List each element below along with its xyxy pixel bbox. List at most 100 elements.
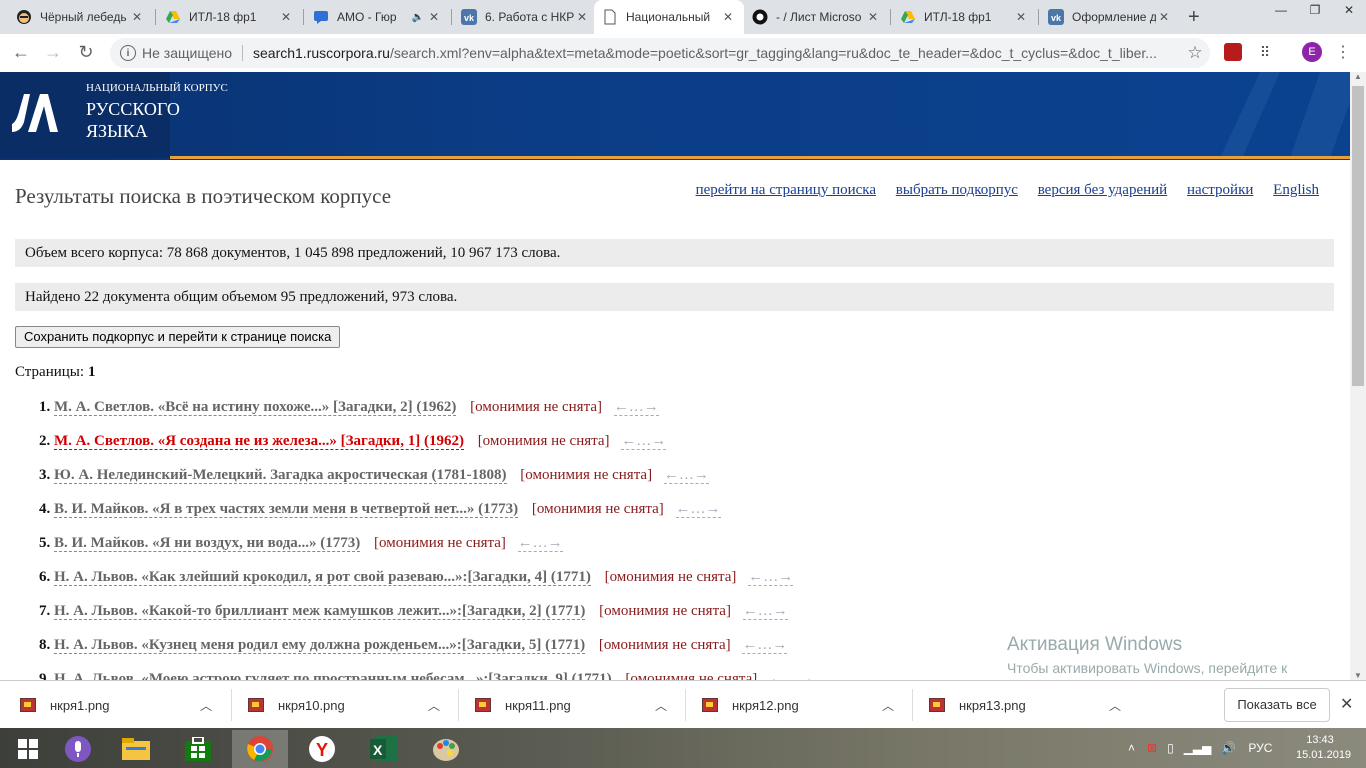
downloads-bar: нкря1.png ︿ нкря10.png ︿ нкря11.png ︿ нк… [0,680,1366,729]
url-text[interactable]: search1.ruscorpora.ru/search.xml?env=alp… [253,45,1180,61]
scroll-down-arrow-icon[interactable]: ▼ [1350,671,1366,680]
yandex-browser-icon[interactable]: Y [294,730,350,768]
menu-dots-icon[interactable]: ⋮ [1335,42,1351,62]
download-item[interactable]: нкря11.png ︿ [475,681,685,729]
context-link[interactable]: ←…→ [675,501,721,518]
context-link[interactable]: ←…→ [742,603,788,620]
result-title-link[interactable]: М. А. Светлов. «Я создана не из железа..… [54,433,464,450]
close-window-button[interactable]: ✕ [1332,0,1366,20]
chrome-icon[interactable] [232,730,288,768]
result-title-link[interactable]: Ю. А. Нелединский-Мелецкий. Загадка акро… [54,467,507,484]
close-icon[interactable]: ✕ [129,10,145,24]
page-title: Результаты поиска в поэтическом корпусе [15,184,392,208]
apps-grid-icon[interactable]: ⠿ [1256,43,1274,61]
new-tab-button[interactable]: + [1188,6,1200,29]
result-title-link[interactable]: М. А. Светлов. «Всё на истину похоже...»… [54,399,457,416]
context-link[interactable]: ←…→ [742,637,788,654]
chevron-up-icon[interactable]: ︿ [882,697,894,714]
clock[interactable]: 13:43 15.01.2019 [1296,733,1351,763]
security-label[interactable]: Не защищено [142,45,243,61]
close-icon[interactable]: ✕ [426,10,442,24]
result-title-link[interactable]: В. И. Майков. «Я ни воздух, ни вода...» … [54,535,361,552]
windows-start-icon[interactable] [0,730,56,768]
excel-icon[interactable]: X [356,730,412,768]
download-item[interactable]: нкря12.png ︿ [702,681,912,729]
url-domain: search1.ruscorpora.ru [253,45,390,61]
close-icon[interactable]: ✕ [720,10,736,24]
network-error-icon[interactable]: ⊠ [1147,741,1157,755]
result-title-link[interactable]: Н. А. Львов. «Моею астрою гуляет по прос… [54,671,612,680]
close-icon[interactable]: ✕ [574,10,590,24]
volume-icon[interactable]: 🔊 [1221,741,1236,755]
reload-icon[interactable]: ↻ [75,42,97,63]
url-path: /search.xml?env=alpha&text=meta&mode=poe… [389,45,1157,61]
vertical-scrollbar[interactable]: ▲ ▼ [1350,72,1366,680]
file-explorer-icon[interactable] [108,730,164,768]
chevron-up-icon[interactable]: ˄ [1128,741,1135,755]
context-link[interactable]: ←…→ [621,433,667,450]
context-link[interactable]: ←…→ [517,535,563,552]
close-icon[interactable]: ✕ [1156,10,1172,24]
scroll-up-arrow-icon[interactable]: ▲ [1350,72,1366,81]
svg-text:Y: Y [316,740,328,760]
result-item: 7. Н. А. Львов. «Какой-то бриллиант меж … [39,600,1339,634]
download-item[interactable]: нкря10.png ︿ [248,681,458,729]
minimize-button[interactable]: — [1264,0,1298,20]
tab-3[interactable]: АМО - Гюр 🔈 ✕ [305,0,450,34]
battery-icon[interactable]: ▯ [1167,741,1174,755]
link-no-accents[interactable]: версия без ударений [1038,182,1168,198]
tab-8[interactable]: vk Оформление д ✕ [1040,0,1180,34]
back-arrow-icon[interactable]: ← [10,42,32,63]
paint-icon[interactable] [418,730,474,768]
scrollbar-thumb[interactable] [1352,86,1364,386]
result-title-link[interactable]: В. И. Майков. «Я в трех частях земли мен… [54,501,519,518]
context-link[interactable]: ←…→ [769,671,814,680]
tab-1[interactable]: Чёрный лебедь ✕ [8,0,153,34]
result-number: 8. [39,637,51,653]
avatar[interactable]: E [1302,42,1322,62]
link-select-subcorpus[interactable]: выбрать подкорпус [896,182,1018,198]
close-icon[interactable]: ✕ [278,10,294,24]
show-all-downloads-button[interactable]: Показать все [1224,688,1330,722]
link-settings[interactable]: настройки [1187,182,1253,198]
tab-5-active[interactable]: Национальный ✕ [594,0,744,34]
close-icon[interactable]: ✕ [1340,694,1353,714]
language-indicator[interactable]: РУС [1248,741,1272,755]
close-icon[interactable]: ✕ [865,10,881,24]
speaker-icon[interactable]: 🔈 [410,12,426,23]
chevron-up-icon[interactable]: ︿ [428,697,440,714]
signal-icon[interactable]: ▁▃▅ [1184,741,1212,755]
tab-6[interactable]: - / Лист Microso ✕ [744,0,889,34]
result-number: 1. [39,399,51,415]
chevron-up-icon[interactable]: ︿ [1109,697,1121,714]
top-nav-links: перейти на страницу поиска выбрать подко… [680,182,1319,199]
result-title-link[interactable]: Н. А. Львов. «Как злейший крокодил, я ро… [54,569,591,586]
forward-arrow-icon[interactable]: → [42,42,64,63]
download-item[interactable]: нкря1.png ︿ [20,681,230,729]
context-link[interactable]: ←…→ [748,569,794,586]
store-icon[interactable] [170,730,226,768]
tab-4[interactable]: vk 6. Работа с НКР ✕ [453,0,598,34]
info-icon[interactable]: i [120,45,136,61]
vk-icon: vk [461,9,477,25]
result-title-link[interactable]: Н. А. Львов. «Какой-то бриллиант меж кам… [54,603,586,620]
extension-icon[interactable] [1224,43,1242,61]
download-item[interactable]: нкря13.png ︿ [929,681,1139,729]
close-icon[interactable]: ✕ [1013,10,1029,24]
chevron-up-icon[interactable]: ︿ [655,697,667,714]
tab-2[interactable]: ИТЛ-18 фр1 ✕ [157,0,302,34]
chevron-up-icon[interactable]: ︿ [200,697,212,714]
context-link[interactable]: ←…→ [663,467,709,484]
link-search-page[interactable]: перейти на страницу поиска [696,182,876,198]
save-subcorpus-button[interactable]: Сохранить подкорпус и перейти к странице… [15,326,341,348]
page-icon [602,9,618,25]
bookmark-star-icon[interactable]: ☆ [1180,43,1210,63]
link-english[interactable]: English [1273,182,1319,198]
cortana-mic-icon[interactable] [50,730,106,768]
omonimia-label: [омонимия не снята] [531,501,664,517]
context-link[interactable]: ←…→ [613,399,659,416]
tab-7[interactable]: ИТЛ-18 фр1 ✕ [892,0,1037,34]
restore-button[interactable]: ❐ [1298,0,1332,20]
address-bar[interactable]: i Не защищено search1.ruscorpora.ru/sear… [110,38,1210,68]
result-title-link[interactable]: Н. А. Львов. «Кузнец меня родил ему долж… [54,637,586,654]
